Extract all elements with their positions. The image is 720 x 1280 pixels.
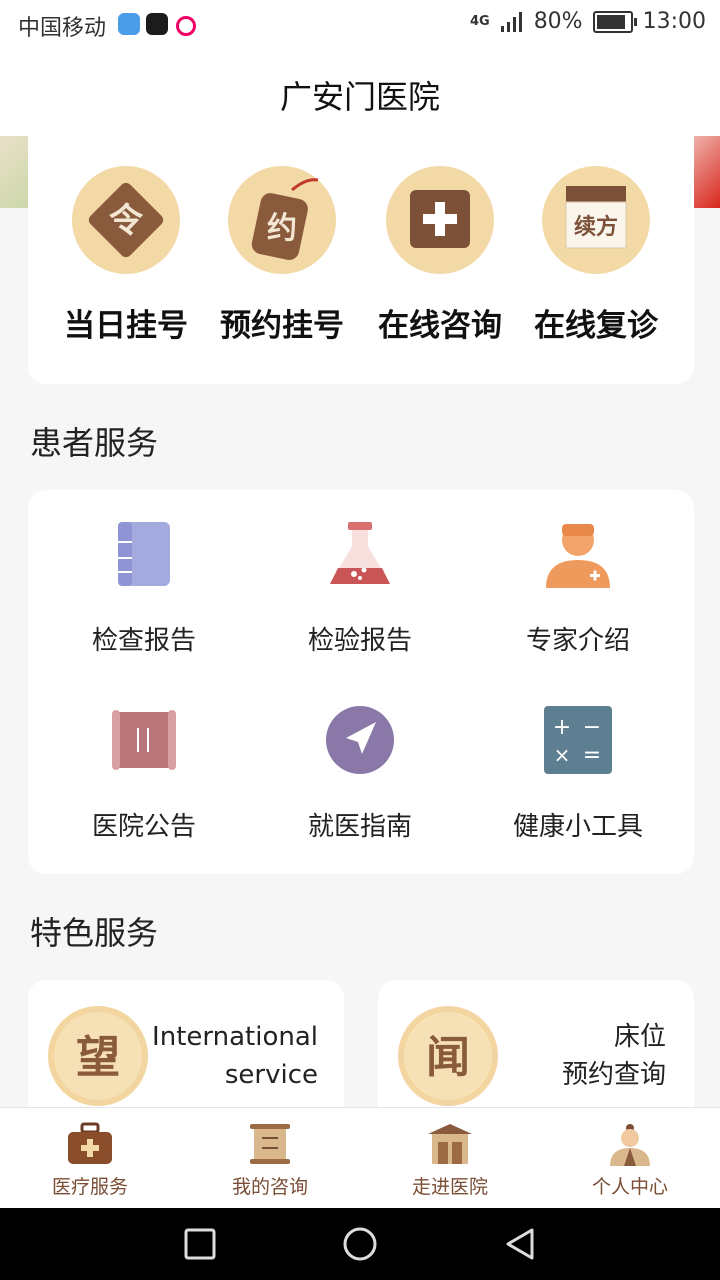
doctor-icon — [546, 524, 610, 588]
service-expert-intro[interactable]: 专家介绍 — [478, 514, 678, 664]
hospital-building-icon — [428, 1124, 472, 1164]
signal-icon — [500, 11, 522, 32]
page-title: 广安门医院 — [279, 78, 440, 116]
tiktok-app-icon — [146, 13, 168, 35]
recents-button-icon[interactable] — [180, 1224, 220, 1264]
quick-action-appointment[interactable]: 约 — [222, 160, 342, 280]
home-button-icon[interactable] — [340, 1224, 380, 1264]
tab-label: 医疗服务 — [51, 1176, 128, 1198]
network-type: 4G — [469, 14, 490, 29]
svg-text:望: 望 — [76, 1032, 120, 1083]
clock: 13:00 — [642, 9, 706, 34]
tab-label: 走进医院 — [411, 1176, 488, 1198]
navigation-icon — [326, 706, 394, 774]
featured-line1: 床位 — [613, 1022, 666, 1052]
plus-board-icon — [386, 166, 494, 274]
flask-icon — [330, 522, 390, 584]
yue-icon: 约 — [228, 166, 336, 274]
svg-text:=: = — [583, 743, 601, 768]
service-exam-report[interactable]: 检查报告 — [44, 514, 244, 664]
zhihu-app-icon — [118, 13, 140, 35]
svg-text:约: 约 — [267, 211, 297, 246]
scroll-tab-icon — [250, 1124, 290, 1164]
svg-text:×: × — [554, 743, 571, 767]
section-title-featured-services: 特色服务 — [30, 914, 159, 952]
wen-seal-icon: 闻 — [398, 1006, 498, 1106]
status-right: 4G 80% 13:00 — [470, 9, 706, 34]
service-label: 就医指南 — [307, 812, 412, 842]
featured-card-text: 床位 预约查询 — [500, 1018, 666, 1094]
featured-line2: service — [224, 1060, 318, 1090]
svg-text:闻: 闻 — [426, 1032, 470, 1083]
person-icon — [610, 1124, 650, 1166]
service-label: 专家介绍 — [525, 626, 630, 656]
battery-percent: 80% — [533, 9, 583, 34]
app-notification-icon — [176, 16, 196, 36]
calculator-icon: + − × = — [544, 706, 612, 774]
service-visit-guide[interactable]: 就医指南 — [260, 698, 460, 848]
report-book-icon — [118, 522, 170, 586]
quick-action-online-consult[interactable] — [380, 160, 500, 280]
quick-action-online-followup[interactable]: 续方 — [536, 160, 656, 280]
xufang-icon: 续方 — [542, 166, 650, 274]
svg-text:续方: 续方 — [574, 214, 618, 240]
tab-about-hospital[interactable]: 走进医院 — [360, 1118, 540, 1204]
scroll-icon — [112, 710, 176, 770]
quick-action-label: 在线咨询 — [378, 308, 502, 344]
section-title-patient-services: 患者服务 — [30, 424, 159, 462]
service-health-tools[interactable]: + − × = 健康小工具 — [478, 698, 678, 848]
ling-icon: 令 — [72, 166, 180, 274]
carrier-name: 中国移动 — [18, 16, 107, 41]
svg-text:−: − — [583, 715, 601, 740]
back-button-icon[interactable] — [500, 1224, 540, 1264]
wang-seal-icon: 望 — [48, 1006, 148, 1106]
quick-action-label: 在线复诊 — [534, 308, 658, 344]
tab-my-consultations[interactable]: 我的咨询 — [180, 1118, 360, 1204]
service-hospital-notice[interactable]: 医院公告 — [44, 698, 244, 848]
featured-line1: International — [152, 1022, 318, 1052]
svg-text:+: + — [553, 715, 571, 740]
tab-medical-services[interactable]: 医疗服务 — [0, 1118, 180, 1204]
featured-card-text: International service — [150, 1018, 318, 1094]
battery-icon — [592, 10, 637, 33]
tab-label: 个人中心 — [591, 1176, 668, 1198]
service-label: 检查报告 — [91, 626, 196, 656]
featured-line2: 预约查询 — [561, 1060, 666, 1090]
tab-label: 我的咨询 — [231, 1176, 308, 1198]
svg-text:令: 令 — [109, 201, 144, 241]
quick-action-same-day[interactable]: 令 — [66, 160, 186, 280]
tab-personal-center[interactable]: 个人中心 — [540, 1118, 720, 1204]
service-label: 检验报告 — [307, 626, 412, 656]
service-label: 健康小工具 — [512, 812, 643, 842]
quick-action-label: 预约挂号 — [220, 308, 344, 344]
quick-action-label: 当日挂号 — [64, 308, 188, 344]
medical-kit-icon — [68, 1122, 112, 1164]
service-label: 医院公告 — [91, 812, 196, 842]
service-lab-report[interactable]: 检验报告 — [260, 514, 460, 664]
